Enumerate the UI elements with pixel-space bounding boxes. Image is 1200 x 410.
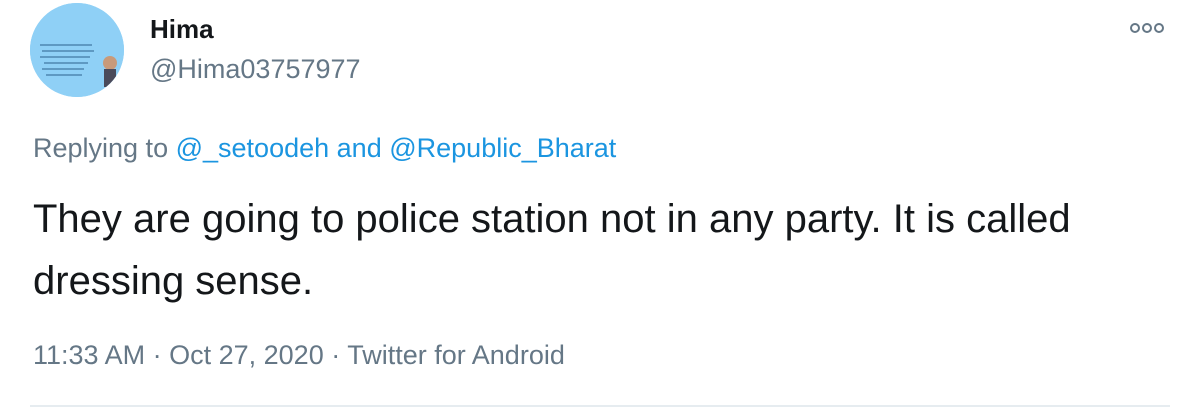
mention-link[interactable]: @Republic_Bharat [389, 133, 616, 163]
tweet-source[interactable]: Twitter for Android [347, 340, 565, 370]
tweet-date[interactable]: Oct 27, 2020 [169, 340, 324, 370]
tweet-text: They are going to police station not in … [33, 197, 1071, 303]
meta-separator: · [331, 340, 341, 370]
tweet-card: Hima @Hima03757977 Replying to @_setoode… [0, 0, 1200, 410]
avatar[interactable] [30, 3, 124, 97]
replying-to-label: Replying to [33, 133, 169, 163]
display-name[interactable]: Hima [150, 12, 214, 46]
user-handle[interactable]: @Hima03757977 [150, 52, 361, 86]
tweet-metadata: 11:33 AM · Oct 27, 2020 · Twitter for An… [33, 337, 565, 373]
divider [30, 405, 1170, 407]
more-options-icon[interactable] [1128, 18, 1168, 38]
mention-joiner: and [336, 133, 382, 163]
tweet-time[interactable]: 11:33 AM [33, 340, 145, 370]
replying-to: Replying to @_setoodeh and @Republic_Bha… [33, 130, 616, 166]
profile-avatar-icon [30, 3, 124, 97]
meta-separator: · [152, 340, 162, 370]
mention-link[interactable]: @_setoodeh [176, 133, 330, 163]
